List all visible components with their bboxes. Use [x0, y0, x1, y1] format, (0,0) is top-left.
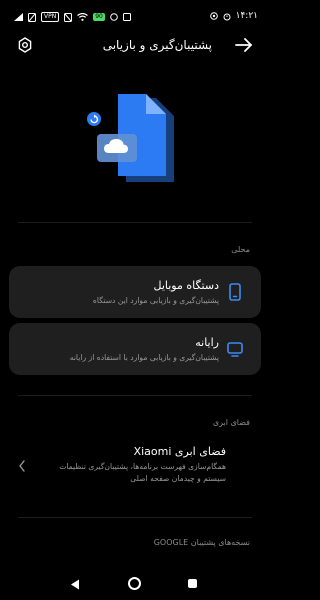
location-icon: [209, 11, 218, 20]
vpn-icon: VPN: [41, 12, 60, 22]
no-sim-icon: [28, 12, 36, 22]
no-sim-icon: [64, 12, 73, 22]
page-title: پشتیبان‌گیری و بازیابی: [102, 38, 212, 52]
section-label-google: نسخه‌های پشتیبان GOOGLE: [153, 538, 250, 547]
section-label-local: محلی: [231, 245, 250, 254]
status-time: ۱۴:۲۱: [235, 11, 258, 21]
mobile-device-subtitle: پشتیبان‌گیری و بازیابی موارد این دستگاه: [92, 296, 219, 305]
whatsapp-icon: [110, 13, 118, 21]
nav-home-icon[interactable]: [128, 577, 141, 590]
status-right: ۱۴:۲۱: [209, 11, 258, 21]
section-label-cloud: فضای ابری: [212, 418, 250, 427]
app-bar: پشتیبان‌گیری و بازیابی: [0, 34, 270, 60]
computer-title: رایانه: [195, 336, 219, 349]
chevron-left-icon: [19, 460, 25, 472]
status-bar: VPN 90 ۱۴:۲۱: [0, 0, 270, 34]
nav-back-icon[interactable]: [70, 579, 80, 590]
photo-icon: [122, 13, 131, 21]
divider: [18, 222, 252, 223]
wifi-icon: [77, 13, 89, 21]
alarm-icon: [223, 13, 231, 20]
arrow-right-icon[interactable]: [235, 38, 253, 52]
phone-icon: [229, 283, 241, 301]
system-nav-bar: [0, 570, 270, 600]
mobile-device-title: دستگاه موبایل: [153, 279, 219, 292]
xiaomi-cloud-row[interactable]: فضای ابری Xiaomi همگام‌سازی فهرست برنامه…: [0, 432, 270, 484]
divider: [18, 395, 252, 396]
divider: [18, 517, 252, 518]
battery-icon: 90: [93, 13, 105, 21]
nav-recents-icon[interactable]: [188, 579, 197, 588]
xiaomi-cloud-title: فضای ابری Xiaomi: [133, 445, 226, 458]
mobile-device-card[interactable]: دستگاه موبایل پشتیبان‌گیری و بازیابی موا…: [9, 266, 261, 318]
status-left: VPN 90: [14, 12, 131, 22]
computer-card[interactable]: رایانه پشتیبان‌گیری و بازیابی موارد با ا…: [9, 323, 261, 375]
xiaomi-cloud-subtitle: همگام‌سازی فهرست برنامه‌ها، پشتیبان‌گیری…: [59, 462, 226, 483]
monitor-icon: [227, 342, 243, 357]
cellular-icon: [14, 13, 23, 21]
computer-subtitle: پشتیبان‌گیری و بازیابی موارد با استفاده …: [69, 353, 219, 362]
gear-icon[interactable]: [17, 37, 33, 53]
files-backup-illustration: [87, 94, 174, 182]
